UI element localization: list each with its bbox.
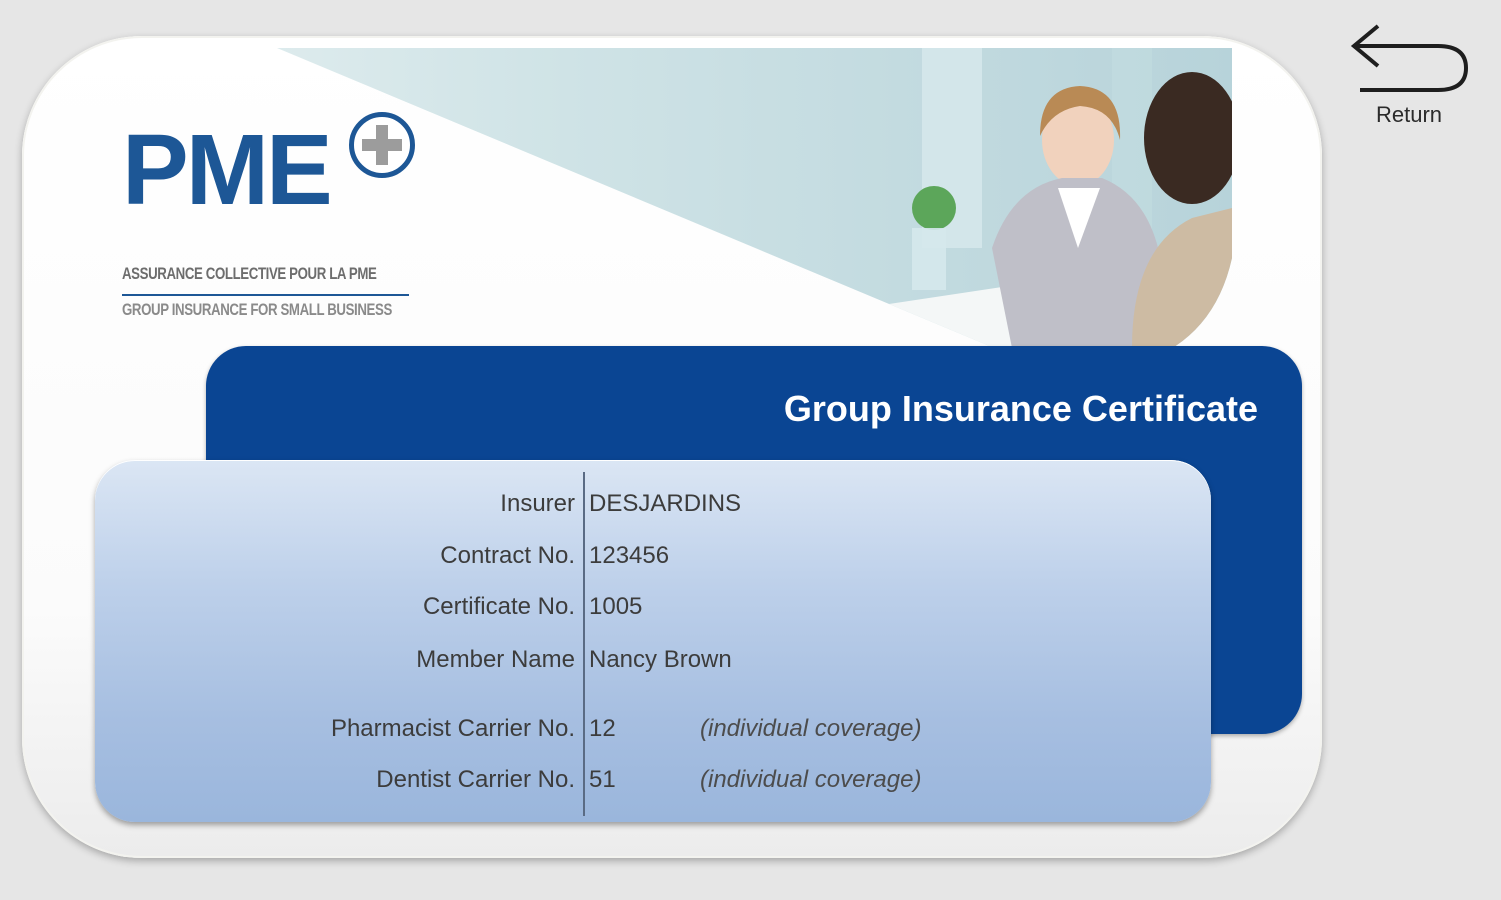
pme-logo-text: PME [122,114,333,226]
insurance-card: PME ASSURANCE COLLECTIVE POUR LA PME GRO… [22,36,1322,858]
tagline-french: ASSURANCE COLLECTIVE POUR LA PME [122,264,377,283]
dentist-carrier-value: 51 [589,766,616,793]
certificate-number-label: Certificate No. [422,593,575,620]
row-member-name: Member Name Nancy Brown [95,640,1211,680]
pharmacist-carrier-label: Pharmacist Carrier No. [330,715,575,742]
insurer-label: Insurer [500,490,575,517]
contract-number-label: Contract No. [440,542,575,569]
return-arrow-icon [1350,24,1469,92]
row-dentist-carrier: Dentist Carrier No. 51 (individual cover… [95,760,1211,800]
row-contract-number: Contract No. 123456 [95,536,1211,576]
certificate-details-panel: Insurer DESJARDINS Contract No. 123456 C… [95,460,1211,822]
certificate-number-value: 1005 [589,593,643,620]
row-certificate-number: Certificate No. 1005 [95,587,1211,627]
row-insurer: Insurer DESJARDINS [95,484,1211,524]
logo-plus-icon [349,112,415,178]
row-pharmacist-carrier: Pharmacist Carrier No. 12 (individual co… [95,709,1211,749]
return-label: Return [1375,102,1443,127]
dentist-coverage-note: (individual coverage) [700,766,922,793]
pharmacist-carrier-value: 12 [589,715,616,742]
insurer-value: DESJARDINS [589,490,742,517]
tagline-divider [122,294,409,296]
contract-number-value: 123456 [589,542,670,569]
certificate-title: Group Insurance Certificate [783,388,1258,429]
return-button[interactable]: Return [1344,20,1474,132]
pharmacist-coverage-note: (individual coverage) [700,715,922,742]
member-name-value: Nancy Brown [589,646,732,673]
tagline-english: GROUP INSURANCE FOR SMALL BUSINESS [122,300,392,319]
member-name-label: Member Name [416,646,575,673]
dentist-carrier-label: Dentist Carrier No. [376,766,575,793]
